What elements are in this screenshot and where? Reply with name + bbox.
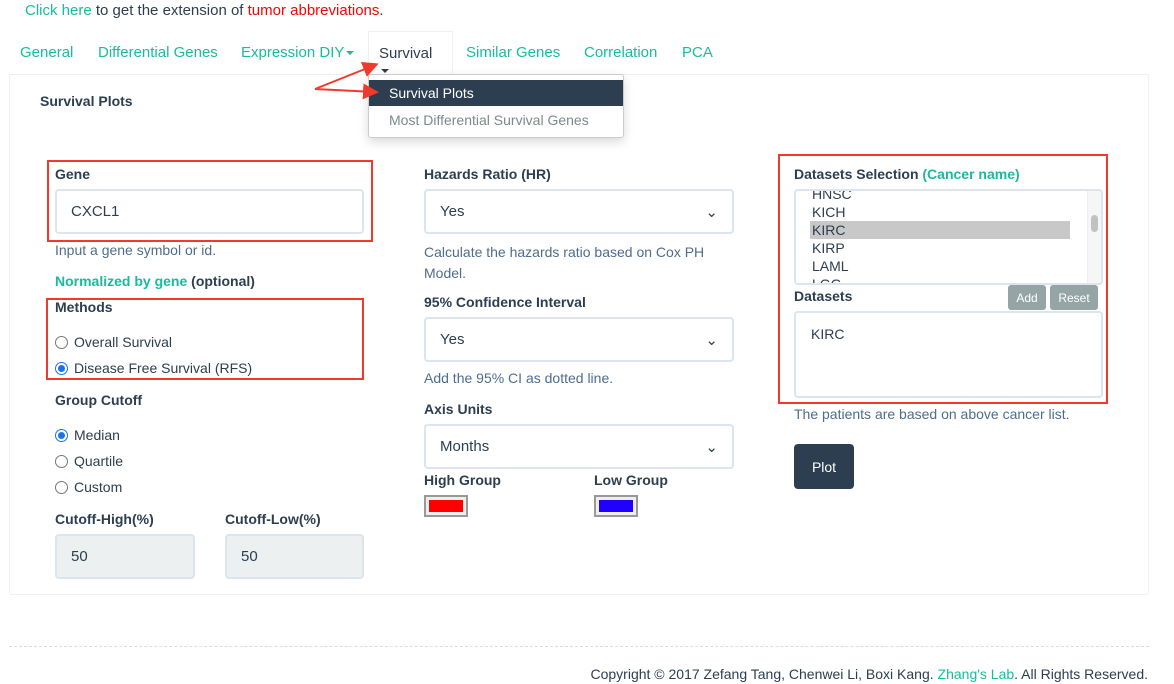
tumor-abbreviations-link[interactable]: tumor abbreviations — [248, 2, 380, 19]
radio-button[interactable] — [55, 480, 68, 494]
datasets-listbox[interactable]: HNSC KICH KIRC KIRP LAML LGG — [794, 189, 1103, 285]
low-group-color-picker[interactable] — [594, 495, 638, 517]
click-here-link[interactable]: Click here — [25, 2, 92, 19]
zhangs-lab-link[interactable]: Zhang's Lab — [938, 666, 1015, 682]
low-color-swatch — [599, 500, 633, 512]
radio-median[interactable]: Median — [55, 427, 120, 443]
high-group-label: High Group — [424, 472, 501, 488]
dataset-option[interactable]: LAML — [810, 257, 1070, 275]
optional-text: (optional) — [187, 273, 255, 289]
dataset-option[interactable]: KICH — [810, 203, 1070, 221]
high-color-swatch — [429, 500, 463, 512]
tab-pca[interactable]: PCA — [682, 44, 713, 61]
radio-custom[interactable]: Custom — [55, 479, 122, 495]
cutoff-high-input[interactable]: 50 — [55, 534, 195, 579]
radio-overall-survival[interactable]: Overall Survival — [55, 334, 172, 350]
reset-button[interactable]: Reset — [1050, 285, 1098, 310]
cancer-name-hint: (Cancer name) — [922, 166, 1020, 182]
hr-value: Yes — [440, 203, 465, 220]
menu-item-most-differential-survival-genes[interactable]: Most Differential Survival Genes — [369, 107, 623, 133]
normalized-link[interactable]: Normalized by gene — [55, 273, 187, 289]
radio-label: Quartile — [74, 453, 124, 469]
normalized-label: Normalized by gene (optional) — [55, 273, 255, 289]
scrollbar-thumb[interactable] — [1091, 215, 1098, 232]
datasets-label: Datasets — [794, 288, 853, 304]
notice-text: to get the extension of — [91, 2, 248, 19]
ci-select[interactable]: Yes ⌄ — [424, 317, 734, 362]
arrow-to-menu-item — [314, 83, 379, 100]
hr-help: Calculate the hazards ratio based on Cox… — [424, 244, 705, 281]
copyright-text: Copyright © 2017 Zefang Tang, Chenwei Li… — [590, 666, 938, 682]
axis-units-value: Months — [440, 438, 490, 455]
plot-button[interactable]: Plot — [794, 444, 854, 489]
gene-label: Gene — [55, 166, 91, 182]
low-group-label: Low Group — [594, 472, 668, 488]
cutoff-low-value: 50 — [241, 548, 258, 565]
dataset-option[interactable]: KIRP — [810, 239, 1070, 257]
panel-title: Survival Plots — [40, 93, 133, 109]
radio-label: Median — [74, 427, 120, 443]
radio-label: Disease Free Survival (RFS) — [74, 360, 253, 376]
chevron-down-icon: ⌄ — [705, 203, 718, 221]
chevron-down-icon: ⌄ — [705, 331, 718, 349]
axis-units-label: Axis Units — [424, 401, 493, 417]
radio-disease-free-survival[interactable]: Disease Free Survival (RFS) — [55, 360, 252, 376]
footer: Copyright © 2017 Zefang Tang, Chenwei Li… — [590, 666, 1148, 682]
radio-button[interactable] — [55, 335, 68, 349]
extension-notice: Click here to get the extension of tumor… — [25, 2, 384, 19]
cutoff-high-label: Cutoff-High(%) — [55, 511, 154, 527]
radio-button[interactable] — [55, 454, 68, 468]
chevron-down-icon: ⌄ — [705, 438, 718, 456]
cutoff-high-value: 50 — [71, 548, 88, 565]
scrollbar[interactable] — [1087, 191, 1101, 283]
tab-similar-genes[interactable]: Similar Genes — [466, 44, 560, 61]
cutoff-low-label: Cutoff-Low(%) — [225, 511, 321, 527]
ci-label: 95% Confidence Interval — [424, 294, 586, 310]
hr-label: Hazards Ratio (HR) — [424, 166, 551, 182]
tab-differential-genes[interactable]: Differential Genes — [98, 44, 218, 61]
gene-input-value: CXCL1 — [71, 203, 120, 220]
axis-units-select[interactable]: Months ⌄ — [424, 424, 734, 469]
cutoff-low-input[interactable]: 50 — [225, 534, 364, 579]
datasets-selection-label: Datasets Selection (Cancer name) — [794, 166, 1020, 182]
tab-general[interactable]: General — [20, 44, 73, 61]
footer-divider — [9, 646, 1149, 647]
tab-correlation[interactable]: Correlation — [584, 44, 657, 61]
survival-dropdown-menu: Survival Plots Most Differential Surviva… — [368, 74, 624, 138]
datasets-textarea[interactable]: KIRC — [794, 311, 1103, 398]
gene-input[interactable]: CXCL1 — [55, 189, 364, 234]
add-button[interactable]: Add — [1008, 285, 1046, 310]
gene-help: Input a gene symbol or id. — [55, 242, 217, 258]
notice-end: . — [379, 2, 384, 19]
radio-label: Overall Survival — [74, 334, 173, 350]
radio-button[interactable] — [55, 361, 68, 375]
arrow-to-tab — [314, 62, 379, 90]
radio-quartile[interactable]: Quartile — [55, 453, 123, 469]
menu-item-survival-plots[interactable]: Survival Plots — [369, 80, 623, 106]
ci-value: Yes — [440, 331, 465, 348]
ci-help: Add the 95% CI as dotted line. — [424, 370, 614, 386]
annotation-arrows — [314, 62, 379, 100]
methods-label: Methods — [55, 299, 113, 315]
dataset-option[interactable]: KIRC — [810, 221, 1070, 239]
dataset-option[interactable]: HNSC — [810, 191, 1070, 203]
radio-button[interactable] — [55, 428, 68, 442]
datasets-help: The patients are based on above cancer l… — [794, 406, 1070, 422]
label-text: Datasets Selection — [794, 166, 919, 182]
rights-text: . All Rights Reserved. — [1014, 666, 1148, 682]
high-group-color-picker[interactable] — [424, 495, 468, 517]
hr-select[interactable]: Yes ⌄ — [424, 189, 734, 234]
dataset-option[interactable]: LGG — [810, 275, 1070, 283]
radio-label: Custom — [74, 479, 123, 495]
group-cutoff-label: Group Cutoff — [55, 392, 143, 408]
datasets-value: KIRC — [811, 326, 845, 342]
